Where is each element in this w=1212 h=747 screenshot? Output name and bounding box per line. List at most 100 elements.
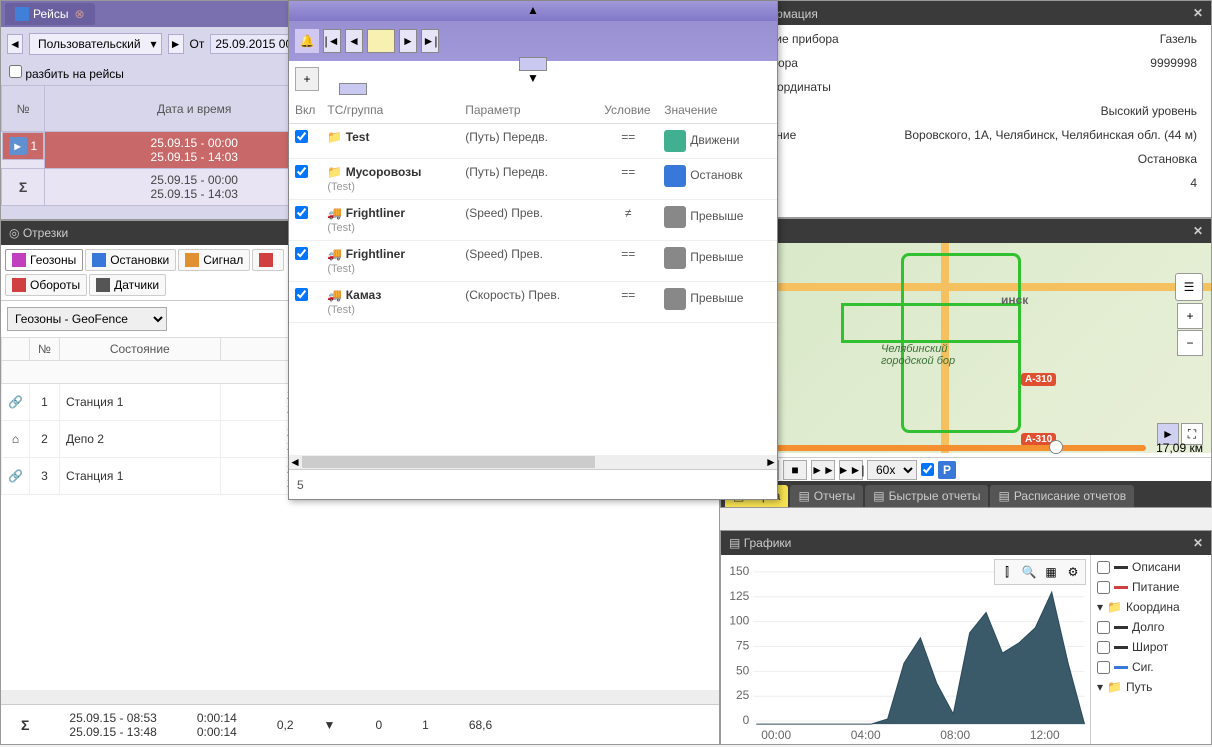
- next-button[interactable]: ►: [168, 34, 184, 54]
- legend-checkbox[interactable]: [1097, 561, 1110, 574]
- rule-row[interactable]: 📁 Test (Путь) Передв. == Движени: [289, 124, 777, 159]
- segment-tab[interactable]: Остановки: [85, 249, 176, 271]
- nav-prev-button[interactable]: ◄: [345, 29, 363, 53]
- stop-button[interactable]: ■: [783, 460, 807, 480]
- dock-top-handle[interactable]: [519, 0, 547, 1]
- segment-type-icon: ⌂: [2, 421, 30, 458]
- dropdown-icon[interactable]: ▼: [304, 718, 356, 732]
- close-icon[interactable]: ⊗: [74, 7, 84, 21]
- tree-toggle-icon[interactable]: ▾: [1097, 600, 1103, 614]
- rule-enabled-checkbox[interactable]: [295, 288, 308, 301]
- trips-icon: [15, 7, 29, 21]
- legend-item[interactable]: Питание: [1093, 577, 1209, 597]
- bell-icon[interactable]: 🔔: [295, 29, 319, 53]
- nav-next-button[interactable]: ►: [399, 29, 417, 53]
- tree-toggle-icon[interactable]: ▾: [1097, 680, 1103, 694]
- legend-checkbox[interactable]: [1097, 661, 1110, 674]
- chart-tool-4[interactable]: ⚙: [1063, 562, 1083, 582]
- rule-enabled-checkbox[interactable]: [295, 206, 308, 219]
- horizontal-scrollbar[interactable]: ◄ ►: [289, 455, 777, 469]
- legend-item[interactable]: Широт: [1093, 637, 1209, 657]
- nav-last-button[interactable]: ►|: [421, 29, 439, 53]
- parking-checkbox[interactable]: [921, 463, 934, 476]
- charts-title: Графики: [744, 536, 792, 550]
- close-icon[interactable]: ✕: [1193, 536, 1203, 550]
- map-titlebar: ✕: [721, 219, 1211, 243]
- playback-controls: |◄◄ ◄◄ ■ ►► ►►| 60x P: [721, 457, 1211, 481]
- chart-tool-1[interactable]: ⫿: [997, 562, 1017, 582]
- rules-count: 5: [297, 478, 304, 492]
- close-icon[interactable]: ✕: [1193, 224, 1203, 238]
- svg-text:08:00: 08:00: [940, 728, 970, 742]
- slider-knob[interactable]: [1049, 440, 1063, 454]
- rule-enabled-checkbox[interactable]: [295, 247, 308, 260]
- chart-tool-2[interactable]: 🔍: [1019, 562, 1039, 582]
- dock-handle-2[interactable]: [339, 83, 367, 95]
- zoom-out-button[interactable]: −: [1177, 330, 1203, 356]
- dock-arrow-down-icon[interactable]: ▼: [527, 71, 539, 85]
- nav-first-button[interactable]: |◄: [323, 29, 341, 53]
- sigma-icon: Σ: [19, 179, 27, 195]
- segment-tab[interactable]: Обороты: [5, 274, 87, 296]
- rule-row[interactable]: 🚚 Камаз(Test) (Скорость) Прев. == Превыш…: [289, 282, 777, 323]
- dock-arrow-up-icon[interactable]: ▲: [527, 3, 539, 17]
- horizontal-scrollbar[interactable]: [1, 690, 719, 704]
- rule-row[interactable]: 📁 Мусоровозы(Test) (Путь) Передв. == Ост…: [289, 159, 777, 200]
- legend-checkbox[interactable]: [1097, 621, 1110, 634]
- rule-row[interactable]: 🚚 Frightliner(Test) (Speed) Прев. ≠ Прев…: [289, 200, 777, 241]
- map-tab[interactable]: ▤Быстрые отчеты: [865, 485, 988, 507]
- dock-center-icon[interactable]: [367, 29, 395, 53]
- result-badge-icon: [664, 288, 686, 310]
- info-row: ость: [721, 195, 1211, 219]
- distance-bar: 17,09 км: [721, 439, 1211, 457]
- geofence-dropdown[interactable]: Геозоны - GeoFence: [7, 307, 167, 331]
- map-tab[interactable]: ▤Отчеты: [790, 485, 863, 507]
- legend-item[interactable]: Описани: [1093, 557, 1209, 577]
- segment-tab[interactable]: Датчики: [89, 274, 166, 296]
- rule-row[interactable]: 🚚 Frightliner(Test) (Speed) Прев. == Пре…: [289, 241, 777, 282]
- segment-tab[interactable]: Геозоны: [5, 249, 83, 271]
- split-checkbox[interactable]: [9, 65, 22, 78]
- rules-table: Вкл ТС/группа Параметр Условие Значение …: [289, 97, 777, 323]
- chart-tool-3[interactable]: ▦: [1041, 562, 1061, 582]
- svg-text:50: 50: [736, 663, 750, 677]
- sigma-icon: Σ: [21, 717, 29, 733]
- from-label: От: [190, 37, 205, 51]
- zoom-control: + −: [1177, 303, 1203, 357]
- legend-swatch: [1114, 626, 1128, 629]
- mode-dropdown[interactable]: Пользовательский ▾: [29, 33, 162, 55]
- zoom-in-button[interactable]: +: [1177, 303, 1203, 329]
- result-badge-icon: [664, 206, 686, 228]
- legend-swatch: [1114, 666, 1128, 669]
- legend-checkbox[interactable]: [1097, 641, 1110, 654]
- rule-enabled-checkbox[interactable]: [295, 130, 308, 143]
- skip-end-button[interactable]: ►►|: [839, 460, 863, 480]
- speed-dropdown[interactable]: 60x: [867, 460, 917, 480]
- map-tab[interactable]: ▤Расписание отчетов: [990, 485, 1134, 507]
- legend-item[interactable]: Сиг.: [1093, 657, 1209, 677]
- dock-handle[interactable]: [519, 57, 547, 71]
- legend-checkbox[interactable]: [1097, 581, 1110, 594]
- road-badge: А-310: [1021, 373, 1056, 386]
- rule-enabled-checkbox[interactable]: [295, 165, 308, 178]
- map-canvas[interactable]: инск Челябинский городской бор А-310 А-3…: [721, 243, 1211, 453]
- col-param: Параметр: [459, 97, 598, 124]
- svg-text:125: 125: [729, 589, 749, 603]
- trips-tab[interactable]: Рейсы ⊗: [5, 3, 95, 25]
- add-rule-button[interactable]: +: [295, 67, 319, 91]
- legend-item[interactable]: ▾📁Координа: [1093, 597, 1209, 617]
- layers-icon[interactable]: ☰: [1175, 273, 1203, 301]
- split-checkbox-label[interactable]: разбить на рейсы: [9, 65, 124, 81]
- prev-button[interactable]: ◄: [7, 34, 23, 54]
- distance-slider[interactable]: [729, 445, 1146, 451]
- truck-icon: 🚚: [327, 206, 342, 220]
- close-icon[interactable]: ✕: [1193, 6, 1203, 20]
- svg-text:25: 25: [736, 688, 750, 702]
- segment-tab[interactable]: Сигнал: [178, 249, 250, 271]
- forward-button[interactable]: ►►: [811, 460, 835, 480]
- legend-item[interactable]: Долго: [1093, 617, 1209, 637]
- info-panel: ⓘ Информация ✕ Название прибораГазель№ п…: [720, 0, 1212, 218]
- legend-item[interactable]: ▾📁Путь: [1093, 677, 1209, 697]
- segment-tab[interactable]: [252, 249, 284, 271]
- svg-text:04:00: 04:00: [851, 728, 881, 742]
